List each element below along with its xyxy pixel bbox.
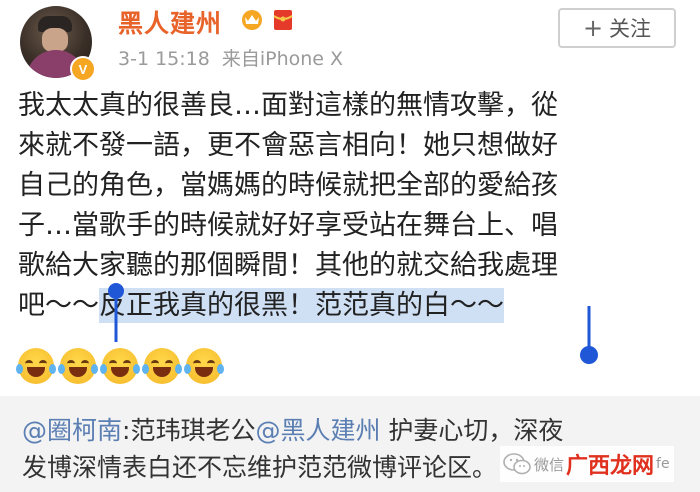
selected-text[interactable]: 反正我真的很黑！范范真的白～～ <box>99 288 504 323</box>
post-body-line: 歌給大家聽的那個瞬間！其他的就交給我處理 <box>18 250 558 281</box>
username[interactable]: 黑人建州 <box>118 4 222 40</box>
laugh-cry-emoji-icon <box>184 348 224 384</box>
comment-line: @圈柯南:范玮琪老公@黑人建州 护妻心切，深夜 <box>22 412 682 449</box>
post-body-line: 自己的角色，當媽媽的時候就把全部的愛給孩 <box>18 170 558 201</box>
laugh-cry-emoji-icon <box>100 348 140 384</box>
watermark-tail: fe <box>656 456 670 472</box>
crown-icon <box>242 10 262 30</box>
post-body-line: 來就不發一語，更不會惡言相向！她只想做好 <box>18 130 558 161</box>
post-body-prefix: 吧～～ <box>18 290 99 321</box>
post-body-line: 子…當歌手的時候就好好享受站在舞台上、唱 <box>18 210 558 241</box>
follow-label: 关注 <box>609 17 652 41</box>
post-body-line: 我太太真的很善良…面對這樣的無情攻擊，從 <box>18 90 558 121</box>
comment-text-part: :范玮琪老公 <box>122 416 256 445</box>
divider <box>0 396 700 404</box>
post-timestamp: 3-1 15:18 <box>118 48 210 70</box>
emoji-row <box>16 348 224 384</box>
weibo-post-screenshot: V 黑人建州 3-1 15:18 来自iPhone X + 关注 我太太真的很善良… <box>0 0 700 492</box>
mention-link[interactable]: @黑人建州 <box>255 416 380 445</box>
red-packet-icon <box>273 10 293 30</box>
verified-badge-icon: V <box>70 56 96 82</box>
watermark: 微信 广西龙网 fe <box>500 446 674 482</box>
laugh-cry-emoji-icon <box>142 348 182 384</box>
post-source: 来自iPhone X <box>221 48 344 70</box>
mention-link[interactable]: @圈柯南 <box>22 416 122 445</box>
avatar-face <box>42 28 68 52</box>
follow-button[interactable]: + 关注 <box>558 8 676 48</box>
wechat-icon <box>503 453 531 475</box>
watermark-logo: 广西龙网 <box>566 454 655 479</box>
laugh-cry-emoji-icon <box>16 348 56 384</box>
comment-text-part: 护妻心切，深夜 <box>380 416 564 445</box>
post-meta: 3-1 15:18 来自iPhone X <box>118 44 343 71</box>
laugh-cry-emoji-icon <box>58 348 98 384</box>
plus-icon: + <box>582 14 604 42</box>
selection-end-handle[interactable] <box>578 304 600 366</box>
watermark-text: 微信 <box>534 455 565 474</box>
selection-start-handle[interactable] <box>106 282 126 344</box>
